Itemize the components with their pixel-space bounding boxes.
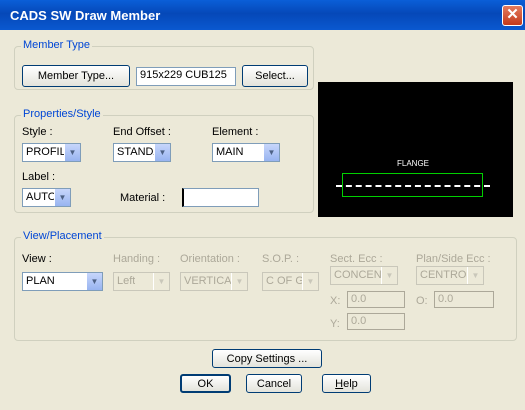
element-select[interactable]: MAIN ▼: [212, 143, 280, 162]
chevron-down-icon: ▼: [381, 267, 397, 284]
chevron-down-icon: ▼: [231, 273, 247, 290]
material-field[interactable]: [182, 188, 259, 207]
flange-label: FLANGE: [397, 159, 430, 168]
help-label: elp: [343, 377, 358, 390]
select-button[interactable]: Select...: [242, 65, 308, 87]
member-preview: FLANGE: [318, 82, 513, 217]
orientation-value: VERTICAL: [184, 275, 232, 287]
chevron-down-icon: ▼: [86, 273, 102, 290]
sect-ecc-value: CONCENTRIC: [334, 269, 382, 281]
close-icon: ✕: [506, 6, 519, 23]
style-value: PROFILE: [26, 146, 64, 158]
end-offset-select[interactable]: STANDARD ▼: [113, 143, 171, 162]
style-select[interactable]: PROFILE ▼: [22, 143, 81, 162]
view-label: View :: [22, 253, 52, 265]
member-type-legend: Member Type: [21, 39, 93, 51]
view-select[interactable]: PLAN ▼: [22, 272, 103, 291]
style-label: Style :: [22, 126, 53, 138]
y-label: Y:: [330, 318, 340, 330]
sop-select[interactable]: C OF G ▼: [262, 272, 319, 291]
properties-style-legend: Properties/Style: [21, 108, 103, 120]
label-label: Label :: [22, 171, 56, 183]
y-field[interactable]: 0.0: [347, 313, 405, 330]
orientation-label: Orientation :: [180, 253, 240, 265]
view-placement-legend: View/Placement: [21, 230, 104, 242]
chevron-down-icon: ▼: [302, 273, 318, 290]
sect-ecc-select[interactable]: CONCENTRIC ▼: [330, 266, 398, 285]
copy-settings-button[interactable]: Copy Settings ...: [212, 349, 322, 368]
element-label: Element :: [212, 126, 259, 138]
plan-side-ecc-select[interactable]: CENTROID ▼: [416, 266, 484, 285]
chevron-down-icon: ▼: [154, 144, 170, 161]
sop-label: S.O.P. :: [262, 253, 300, 265]
help-button[interactable]: Help: [322, 374, 371, 393]
help-mnemonic: H: [335, 377, 344, 390]
chevron-down-icon: ▼: [153, 273, 169, 290]
window-title: CADS SW Draw Member: [10, 8, 161, 23]
handing-label: Handing :: [113, 253, 161, 265]
plan-side-ecc-label: Plan/Side Ecc :: [416, 253, 491, 265]
title-bar: CADS SW Draw Member ✕: [0, 0, 525, 30]
o-label: O:: [416, 295, 428, 307]
o-field[interactable]: 0.0: [434, 291, 494, 308]
element-value: MAIN: [216, 146, 244, 158]
member-type-button[interactable]: Member Type...: [22, 65, 130, 87]
x-field[interactable]: 0.0: [347, 291, 405, 308]
label-select[interactable]: AUTO ▼: [22, 188, 71, 207]
close-button[interactable]: ✕: [502, 5, 523, 26]
plan-side-ecc-value: CENTROID: [420, 269, 468, 281]
label-value: AUTO: [26, 191, 57, 203]
handing-select[interactable]: Left ▼: [113, 272, 170, 291]
cancel-button[interactable]: Cancel: [246, 374, 302, 393]
handing-value: Left: [117, 275, 136, 287]
ok-button[interactable]: OK: [180, 374, 231, 393]
chevron-down-icon: ▼: [467, 267, 483, 284]
chevron-down-icon: ▼: [54, 189, 70, 206]
sect-ecc-label: Sect. Ecc :: [330, 253, 383, 265]
chevron-down-icon: ▼: [263, 144, 279, 161]
member-type-field[interactable]: 915x229 CUB125: [136, 67, 236, 86]
center-line: [336, 185, 490, 187]
orientation-select[interactable]: VERTICAL ▼: [180, 272, 248, 291]
material-label: Material :: [120, 192, 166, 204]
end-offset-label: End Offset :: [113, 126, 171, 138]
sop-value: C OF G: [266, 275, 304, 287]
view-value: PLAN: [26, 275, 55, 287]
end-offset-value: STANDARD: [117, 146, 154, 158]
x-label: X:: [330, 295, 341, 307]
chevron-down-icon: ▼: [64, 144, 80, 161]
